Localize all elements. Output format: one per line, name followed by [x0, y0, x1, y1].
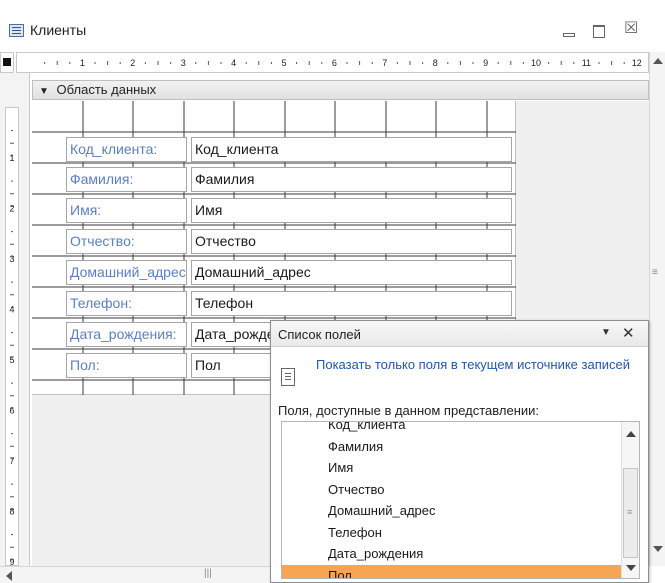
field-list-item[interactable]: Домашний_адрес — [282, 500, 622, 522]
ruler-number: 4 — [231, 58, 236, 68]
ruler-number: 5 — [281, 58, 286, 68]
ruler-number: 10 — [531, 58, 541, 68]
ruler-number: 3 — [9, 254, 14, 264]
ruler-number: 6 — [332, 58, 337, 68]
ruler-number: 5 — [9, 355, 14, 365]
available-fields-label: Поля, доступные в данном представлении: — [278, 403, 540, 418]
scroll-up-icon[interactable] — [626, 431, 636, 437]
scroll-left-icon[interactable] — [6, 571, 12, 581]
vertical-ruler-area: 1 2 3 4 5 6 7 8 9 — [0, 73, 30, 566]
field-list-item[interactable]: Фамилия — [282, 436, 622, 458]
form-label[interactable]: Телефон: — [66, 291, 187, 316]
scroll-down-icon[interactable] — [653, 546, 663, 552]
field-list-item[interactable]: Отчество — [282, 479, 622, 501]
ruler-number: 4 — [9, 305, 14, 315]
section-collapse-icon: ▼ — [39, 86, 49, 97]
minimize-button[interactable] — [561, 24, 575, 38]
form-field[interactable]: Домашний_адрес — [191, 260, 512, 285]
form-label[interactable]: Код_клиента: — [66, 137, 187, 162]
ruler-number: 9 — [9, 557, 14, 565]
field-list-title: Список полей — [278, 327, 361, 342]
hscroll-grip-icon[interactable]: ||| — [204, 568, 212, 579]
section-title: Область данных — [56, 82, 157, 97]
form-field[interactable]: Код_клиента — [191, 137, 512, 162]
ruler-number: 7 — [382, 58, 387, 68]
form-icon — [9, 24, 24, 37]
form-selector-button[interactable] — [0, 52, 14, 73]
field-list-item[interactable]: Дата_рождения — [282, 543, 622, 565]
window-titlebar: Клиенты ☒ — [0, 0, 665, 46]
form-field[interactable]: Имя — [191, 198, 512, 223]
show-only-current-source-link[interactable]: Показать только поля в текущем источнике… — [316, 357, 641, 373]
ruler-number: 9 — [483, 58, 488, 68]
scroll-grip-icon[interactable]: ≡ — [652, 267, 658, 278]
scroll-thumb[interactable]: ≡ — [623, 468, 638, 558]
form-label[interactable]: Фамилия: — [66, 167, 187, 192]
form-field[interactable]: Фамилия — [191, 167, 512, 192]
form-label[interactable]: Имя: — [66, 198, 187, 223]
ruler-number: 1 — [80, 58, 85, 68]
form-field[interactable]: Отчество — [191, 229, 512, 254]
vertical-ruler[interactable]: 1 2 3 4 5 6 7 8 9 — [5, 107, 19, 566]
close-button[interactable]: ☒ — [624, 21, 638, 37]
form-label[interactable]: Пол: — [66, 353, 187, 378]
field-list-item[interactable]: Телефон — [282, 522, 622, 544]
ruler-number: 6 — [9, 406, 14, 416]
ruler-number: 7 — [9, 456, 14, 466]
ruler-number: 3 — [181, 58, 186, 68]
form-label[interactable]: Дата_рождения: — [66, 322, 187, 347]
field-list-pane: Список полей ▼ ✕ Показать только поля в … — [270, 320, 649, 583]
ruler-number: 2 — [130, 58, 135, 68]
chevron-down-icon[interactable]: ▼ — [601, 327, 611, 338]
form-field[interactable]: Телефон — [191, 291, 512, 316]
field-list-item[interactable]: Пол — [282, 564, 622, 578]
field-list-header[interactable]: Список полей ▼ ✕ — [271, 321, 648, 347]
ruler-number: 8 — [433, 58, 438, 68]
ruler-number: 2 — [9, 204, 14, 214]
vertical-scrollbar[interactable]: ≡ — [649, 52, 665, 566]
form-label[interactable]: Домашний_адрес — [66, 260, 187, 285]
ruler-number: 11 — [582, 58, 591, 68]
detail-section-header[interactable]: ▼ Область данных — [32, 80, 649, 100]
ruler-number: 12 — [632, 58, 642, 68]
ruler-number: 1 — [9, 153, 14, 163]
field-list-item[interactable]: Имя — [282, 457, 622, 479]
scroll-up-icon[interactable] — [653, 58, 663, 64]
field-list-scrollbar[interactable]: ≡ — [621, 422, 639, 578]
filter-icon — [281, 368, 295, 386]
horizontal-ruler[interactable]: 1 2 3 4 5 6 7 8 9 10 11 12 — [16, 52, 649, 73]
form-label[interactable]: Отчество: — [66, 229, 187, 254]
field-list-item[interactable]: Код_клиента — [282, 422, 622, 436]
scroll-down-icon[interactable] — [626, 565, 636, 571]
maximize-button[interactable] — [592, 24, 606, 38]
scroll-grip-icon: ≡ — [627, 507, 633, 517]
close-icon[interactable]: ✕ — [622, 324, 635, 342]
available-fields-list[interactable]: Код_клиента Фамилия Имя Отчество Домашний_ад… — [281, 421, 640, 579]
ruler-number: 8 — [9, 507, 14, 517]
window-title: Клиенты — [30, 22, 87, 38]
